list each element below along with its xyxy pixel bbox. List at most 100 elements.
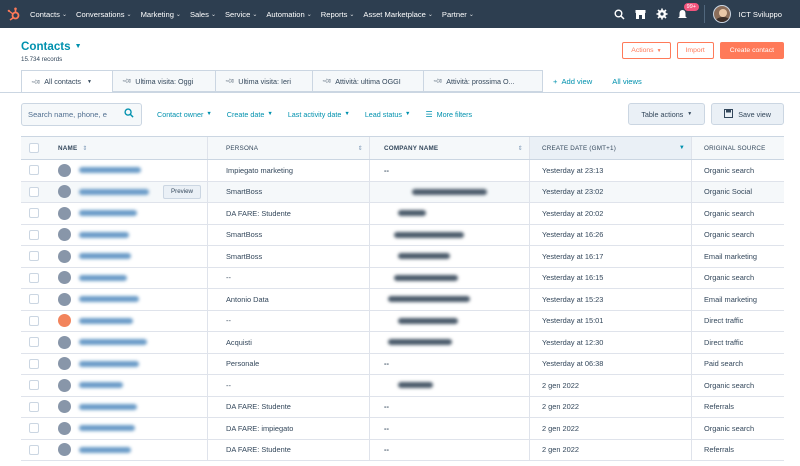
table-row[interactable]: Preview SmartBoss Yesterday at 23:02 Org… <box>21 181 784 203</box>
object-selector[interactable]: Contacts ▼ <box>21 40 82 53</box>
hubspot-logo-icon[interactable] <box>6 6 22 22</box>
table-row[interactable]: Personale -- Yesterday at 06:38 Paid sea… <box>21 353 784 375</box>
table-row[interactable]: -- 2 gen 2022 Organic search <box>21 375 784 397</box>
company-name-cell: -- <box>384 445 389 455</box>
column-header-name[interactable]: NAME ⇕ <box>47 137 207 159</box>
table-header-row: NAME ⇕ PERSONA ⇕ COMPANY NAME ⇕ CREATE DATE… <box>21 137 784 160</box>
chevron-down-icon: ⌄ <box>468 11 474 18</box>
contact-name-redacted[interactable] <box>79 231 129 238</box>
account-avatar[interactable] <box>712 5 731 23</box>
table-row[interactable]: Acquisti Yesterday at 12:30 Direct traff… <box>21 332 784 354</box>
column-header-original-source[interactable]: ORIGINAL SOURCE <box>691 137 784 159</box>
create-date-filter[interactable]: Create date ▼ <box>227 110 273 119</box>
last-activity-date-filter[interactable]: Last activity date ▼ <box>288 110 350 119</box>
more-filters-button[interactable]: ☰ More filters <box>425 110 472 119</box>
settings-gear-icon[interactable] <box>654 6 670 22</box>
contact-name-redacted[interactable] <box>79 360 139 367</box>
table-row[interactable]: DA FARE: Studente Yesterday at 20:02 Org… <box>21 203 784 225</box>
contact-name-redacted[interactable] <box>79 253 131 260</box>
company-name-redacted <box>398 210 426 217</box>
nav-partner[interactable]: Partner ⌄ <box>442 10 474 19</box>
contact-name-redacted[interactable] <box>79 403 137 410</box>
notifications-bell-icon[interactable]: 99+ <box>675 3 699 22</box>
row-checkbox[interactable] <box>29 401 39 412</box>
row-checkbox[interactable] <box>29 251 39 262</box>
nav-asset-marketplace[interactable]: Asset Marketplace ⌄ <box>363 10 433 19</box>
column-header-create-date[interactable]: CREATE DATE (GMT+1) ▼ <box>529 137 691 159</box>
create-date-cell: Yesterday at 12:30 <box>542 337 604 347</box>
row-checkbox[interactable] <box>29 358 39 369</box>
contact-name-redacted[interactable] <box>79 274 127 281</box>
table-row[interactable]: DA FARE: Studente -- 2 gen 2022 Referral… <box>21 396 784 418</box>
table-row[interactable]: SmartBoss Yesterday at 16:26 Organic sea… <box>21 224 784 246</box>
column-header-company-name[interactable]: COMPANY NAME ⇕ <box>369 137 529 159</box>
row-checkbox[interactable] <box>29 423 39 434</box>
actions-button[interactable]: Actions ▼ <box>622 42 671 59</box>
row-checkbox[interactable] <box>29 165 39 176</box>
create-date-cell: Yesterday at 16:15 <box>542 273 604 283</box>
table-row[interactable]: DA FARE: impiegato -- 2 gen 2022 Organic… <box>21 418 784 440</box>
lead-status-filter[interactable]: Lead status ▼ <box>365 110 411 119</box>
all-views-link[interactable]: All views <box>602 70 652 92</box>
tab-ultima-visita-oggi[interactable]: 📌︎ Ultima visita: Oggi <box>113 70 216 92</box>
row-checkbox[interactable] <box>29 380 39 391</box>
company-name-cell: -- <box>384 165 389 175</box>
search-input[interactable] <box>22 109 122 119</box>
row-checkbox[interactable] <box>29 272 39 283</box>
caret-down-icon: ▼ <box>656 47 662 54</box>
import-button[interactable]: Import <box>676 42 714 59</box>
nav-contacts[interactable]: Contacts ⌄ <box>30 10 67 19</box>
tab-all-contacts[interactable]: 📌︎ All contacts ▼ <box>21 70 113 92</box>
contact-owner-filter[interactable]: Contact owner ▼ <box>157 110 212 119</box>
nav-automation[interactable]: Automation ⌄ <box>266 10 311 19</box>
table-row[interactable]: SmartBoss Yesterday at 16:17 Email marke… <box>21 246 784 268</box>
contact-name-redacted[interactable] <box>79 446 131 453</box>
table-row[interactable]: DA FARE: Studente -- 2 gen 2022 Referral… <box>21 439 784 461</box>
row-checkbox[interactable] <box>29 229 39 240</box>
company-name-cell: -- <box>384 423 389 433</box>
contact-name-redacted[interactable] <box>79 210 137 217</box>
nav-marketing[interactable]: Marketing ⌄ <box>141 10 181 19</box>
row-checkbox[interactable] <box>29 315 39 326</box>
add-view-link[interactable]: + Add view <box>543 70 602 92</box>
contact-name-redacted[interactable] <box>79 339 147 346</box>
page-title: Contacts <box>21 40 71 53</box>
nav-service[interactable]: Service ⌄ <box>225 10 257 19</box>
tab-attivita-ultima-oggi[interactable]: 📌︎ Attività: ultima OGGI <box>313 70 424 92</box>
marketplace-icon[interactable] <box>633 6 649 22</box>
preview-button[interactable]: Preview <box>163 184 202 199</box>
sort-descending-icon: ▼ <box>678 145 685 151</box>
nav-sales[interactable]: Sales ⌄ <box>190 10 216 19</box>
contact-name-redacted[interactable] <box>79 167 141 174</box>
nav-conversations[interactable]: Conversations ⌄ <box>76 10 132 19</box>
tab-attivita-prossima[interactable]: 📌︎ Attività: prossima O... <box>424 70 543 92</box>
table-row[interactable]: Impiegato marketing -- Yesterday at 23:1… <box>21 160 784 182</box>
contact-name-redacted[interactable] <box>79 188 149 195</box>
row-checkbox[interactable] <box>29 337 39 348</box>
row-checkbox[interactable] <box>29 294 39 305</box>
account-name[interactable]: ICT Sviluppo <box>739 10 782 19</box>
table-row[interactable]: -- Yesterday at 15:01 Direct traffic <box>21 310 784 332</box>
nav-reports[interactable]: Reports ⌄ <box>321 10 355 19</box>
contact-name-redacted[interactable] <box>79 296 139 303</box>
create-contact-button[interactable]: Create contact <box>719 42 784 59</box>
row-checkbox[interactable] <box>29 186 39 197</box>
contact-name-redacted[interactable] <box>79 382 123 389</box>
table-row[interactable]: -- Yesterday at 16:15 Organic search <box>21 267 784 289</box>
original-source-cell: Organic search <box>704 230 755 240</box>
select-all-checkbox[interactable] <box>29 143 39 153</box>
search-icon[interactable] <box>124 105 134 123</box>
contact-name-redacted[interactable] <box>79 425 135 432</box>
search-icon[interactable] <box>612 6 628 22</box>
row-checkbox[interactable] <box>29 444 39 455</box>
save-view-button[interactable]: Save view <box>711 103 784 125</box>
persona-cell: Impiegato marketing <box>226 165 293 175</box>
table-actions-button[interactable]: Table actions ▼ <box>628 103 706 125</box>
contact-name-redacted[interactable] <box>79 317 133 324</box>
column-header-persona[interactable]: PERSONA ⇕ <box>207 137 369 159</box>
create-date-cell: Yesterday at 23:13 <box>542 165 604 175</box>
persona-cell: -- <box>226 273 231 283</box>
row-checkbox[interactable] <box>29 208 39 219</box>
table-row[interactable]: Antonio Data Yesterday at 15:23 Email ma… <box>21 289 784 311</box>
tab-ultima-visita-ieri[interactable]: 📌︎ Ultima visita: Ieri <box>216 70 313 92</box>
